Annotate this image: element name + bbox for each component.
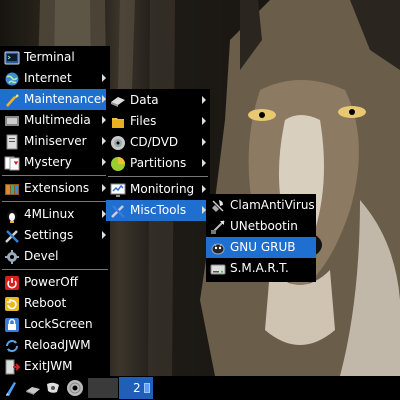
menu-item-miniserver[interactable]: Miniserver [0,131,110,152]
misctools-submenu: ClamAntiVirus UNetbootin GNU GRUB S.M.A.R.T… [206,194,316,282]
menu-item-label: Partitions [130,156,187,170]
main-menu: Terminal Internet Maintenance Multimedia Min… [0,46,110,378]
menu-item-label: ReloadJWM [24,338,91,352]
menu-item-misctools[interactable]: MiscTools [106,200,210,221]
menu-item-label: Extensions [24,181,90,195]
menu-item-label: Monitoring [130,182,195,196]
menu-item-internet[interactable]: Internet [0,68,110,89]
submenu-arrow-icon [202,138,206,146]
extensions-icon [4,181,20,197]
partitions-icon [110,156,126,172]
submenu-arrow-icon [202,185,206,193]
submenu-arrow-icon [202,159,206,167]
lock-icon [4,317,20,333]
menu-separator [2,175,108,176]
submenu-arrow-icon [202,117,206,125]
taskbar [0,376,400,400]
power-icon [4,275,20,291]
clamav-icon [210,198,226,214]
desktop-pager-2[interactable]: 2 [119,377,153,399]
quick-launch-icon[interactable] [44,379,62,397]
menu-item-cd-dvd[interactable]: CD/DVD [106,132,210,153]
menu-item-label: MiscTools [130,203,187,217]
menu-item-data[interactable]: Data [106,90,210,111]
menu-item-label: CD/DVD [130,135,179,149]
menu-item-maintenance[interactable]: Maintenance [0,89,110,110]
menu-item-multimedia[interactable]: Multimedia [0,110,110,131]
unetbootin-icon [210,219,226,235]
menu-item-label: Devel [24,249,59,263]
menu-item-s-m-a-r-t[interactable]: S.M.A.R.T. [206,258,316,279]
submenu-arrow-icon [102,74,106,82]
menu-item-extensions[interactable]: Extensions [0,178,110,199]
cd-drive-icon[interactable] [66,379,84,397]
submenu-arrow-icon [202,96,206,104]
harddisk-icon [210,261,226,277]
menu-item-label: Miniserver [24,134,87,148]
terminal-icon [4,50,20,66]
data-icon [110,93,126,109]
menu-item-label: Mystery [24,155,72,169]
menu-item-files[interactable]: Files [106,111,210,132]
globe-icon [4,71,20,87]
menu-item-settings[interactable]: Settings [0,225,110,246]
menu-separator [2,269,108,270]
menu-item-devel[interactable]: Devel [0,246,110,267]
menu-item-label: GNU GRUB [230,240,296,254]
menu-item-unetbootin[interactable]: UNetbootin [206,216,316,237]
start-menu-icon[interactable] [4,379,18,397]
menu-item-poweroff[interactable]: PowerOff [0,272,110,293]
tools-icon [110,203,126,219]
monitor-icon [110,182,126,198]
menu-item-label: 4MLinux [24,207,75,221]
exit-icon [4,359,21,375]
menu-item-reboot[interactable]: Reboot [0,293,110,314]
menu-item-partitions[interactable]: Partitions [106,153,210,174]
desktop-pager-label: 2 [133,381,141,395]
penguin-icon [4,207,20,223]
menu-item-clamantivirus[interactable]: ClamAntiVirus [206,195,316,216]
server-icon [4,134,20,150]
menu-item-label: Internet [24,71,72,85]
menu-item-terminal[interactable]: Terminal [0,47,110,68]
maintenance-submenu: Data Files CD/DVD Partitions Monitoring MiscT… [106,89,210,221]
desktop-pager-1[interactable] [88,378,118,398]
tools-icon [4,228,20,244]
file-manager-icon[interactable] [24,379,42,397]
menu-item-reloadjwm[interactable]: ReloadJWM [0,335,110,356]
menu-item-label: Files [130,114,157,128]
files-icon [110,114,126,130]
menu-item-monitoring[interactable]: Monitoring [106,179,210,200]
menu-item-lockscreen[interactable]: LockScreen [0,314,110,335]
reboot-icon [4,296,20,312]
menu-item-label: Data [130,93,159,107]
menu-item-exitjwm[interactable]: ExitJWM [0,356,110,377]
gear-icon [4,249,20,265]
menu-item-mystery[interactable]: Mystery [0,152,110,173]
menu-item-label: ExitJWM [24,359,73,373]
menu-item-label: S.M.A.R.T. [230,261,289,275]
menu-separator [2,201,108,202]
menu-item-label: ClamAntiVirus [230,198,315,212]
window-indicator [144,383,150,393]
wrench-icon [4,92,20,108]
reload-icon [4,338,20,354]
menu-item-gnu-grub[interactable]: GNU GRUB [206,237,316,258]
menu-item-label: Settings [24,228,74,242]
submenu-arrow-icon [102,231,106,239]
menu-separator [108,176,208,177]
cards-icon [4,155,20,171]
menu-item-label: Multimedia [24,113,91,127]
film-icon [4,113,20,129]
menu-item-4mlinux[interactable]: 4MLinux [0,204,110,225]
disc-icon [110,135,126,151]
menu-item-label: Reboot [24,296,67,310]
menu-item-label: Maintenance [24,92,102,106]
menu-item-label: UNetbootin [230,219,298,233]
grub-icon [210,240,226,256]
menu-item-label: LockScreen [24,317,93,331]
menu-item-label: Terminal [24,50,75,64]
menu-item-label: PowerOff [24,275,78,289]
